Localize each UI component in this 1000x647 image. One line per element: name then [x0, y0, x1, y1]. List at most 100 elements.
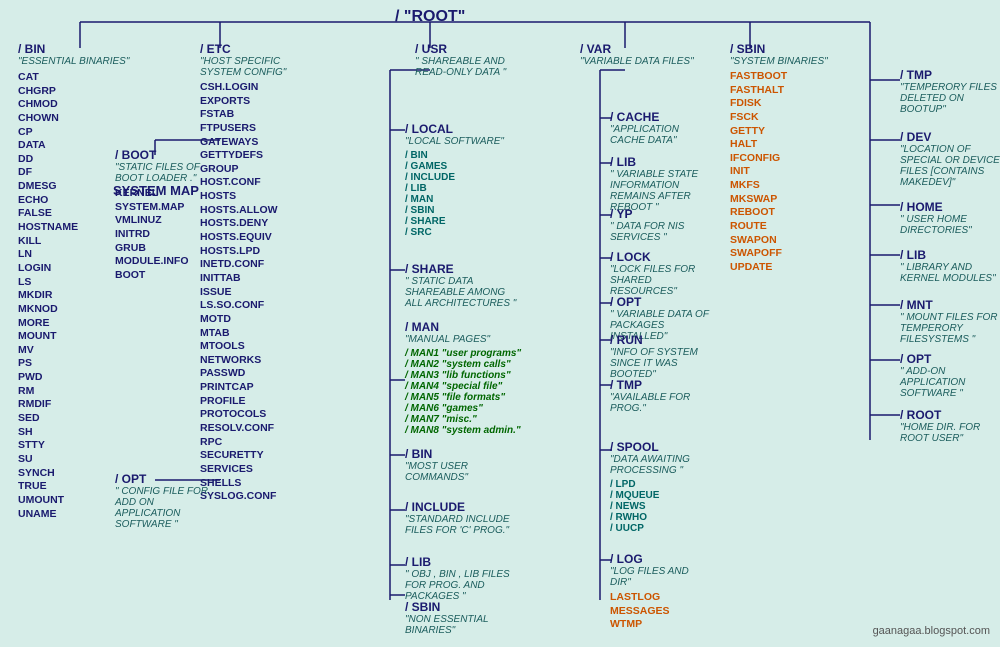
var-yp-node: / YP " DATA FOR NIS SERVICES " — [610, 207, 710, 243]
etc-item: MTAB — [200, 327, 315, 341]
local-subitem: / LIB — [405, 183, 515, 194]
opt-desc: " ADD-ON APPLICATION SOFTWARE " — [900, 366, 1000, 399]
var-tmp-desc: "AVAILABLE FOR PROG." — [610, 392, 710, 414]
local-subitem: / SHARE — [405, 216, 515, 227]
bin-item: SH — [18, 426, 133, 440]
usr-man-node: / MAN "MANUAL PAGES" / MAN1 "user progra… — [405, 320, 545, 436]
etc-item: PRINTCAP — [200, 381, 315, 395]
bin-item: STTY — [18, 439, 133, 453]
bin-item: PWD — [18, 371, 133, 385]
etc-item: EXPORTS — [200, 95, 315, 109]
system-map-label: SYSTEM MAP — [113, 183, 199, 198]
var-log-node: / LOG "LOG FILES AND DIR" LASTLOG MESSAG… — [610, 552, 710, 632]
etc-opt-node: / OPT " CONFIG FILE FOR ADD ON APPLICATI… — [115, 472, 210, 530]
etc-item: INETD.CONF — [200, 258, 315, 272]
usr-include-title: / INCLUDE — [405, 500, 520, 514]
usr-include-node: / INCLUDE "STANDARD INCLUDE FILES FOR 'C… — [405, 500, 520, 536]
etc-opt-title: / OPT — [115, 472, 210, 486]
usr-local-node: / LOCAL "LOCAL SOFTWARE" / BIN / GAMES /… — [405, 122, 515, 238]
etc-node: / ETC "HOST SPECIFIC SYSTEM CONFIG" CSH.… — [200, 42, 315, 504]
etc-item: FTPUSERS — [200, 122, 315, 136]
bin-desc: "ESSENTIAL BINARIES" — [18, 56, 133, 67]
etc-item: HOSTS.EQUIV — [200, 231, 315, 245]
bin-item: MKNOD — [18, 303, 133, 317]
usr-bin-desc: "MOST USER COMMANDS" — [405, 461, 520, 483]
usr-sbin-title: / SBIN — [405, 600, 520, 614]
local-subitem: / BIN — [405, 150, 515, 161]
home-desc: " USER HOME DIRECTORIES" — [900, 214, 1000, 236]
etc-item: SHELLS — [200, 477, 315, 491]
usr-local-title: / LOCAL — [405, 122, 515, 136]
bin-item: CHGRP — [18, 85, 133, 99]
etc-item: NETWORKS — [200, 354, 315, 368]
etc-item: CSH.LOGIN — [200, 81, 315, 95]
sbin-item: IFCONFIG — [730, 152, 850, 166]
usr-node: / USR " SHAREABLE AND READ-ONLY DATA " — [415, 42, 535, 78]
var-node: / VAR "VARIABLE DATA FILES" — [580, 42, 695, 67]
etc-item: MOTD — [200, 313, 315, 327]
var-tmp-title: / TMP — [610, 378, 710, 392]
var-title: / VAR — [580, 42, 695, 56]
var-run-title: / RUN — [610, 333, 710, 347]
sbin-item: ROUTE — [730, 220, 850, 234]
etc-item: SERVICES — [200, 463, 315, 477]
etc-item: RPC — [200, 436, 315, 450]
man-subitem: / MAN2 "system calls" — [405, 359, 545, 370]
root-home-title: / ROOT — [900, 408, 1000, 422]
etc-item: RESOLV.CONF — [200, 422, 315, 436]
spool-subitem: / NEWS — [610, 501, 710, 512]
sbin-item: SWAPON — [730, 234, 850, 248]
etc-item: INITTAB — [200, 272, 315, 286]
man-subitem: / MAN8 "system admin." — [405, 425, 545, 436]
sbin-item: FASTBOOT — [730, 70, 850, 84]
usr-desc: " SHAREABLE AND READ-ONLY DATA " — [415, 56, 535, 78]
tmp-title: / TMP — [900, 68, 1000, 82]
sbin-item: REBOOT — [730, 206, 850, 220]
bin-item: MV — [18, 344, 133, 358]
home-node: / HOME " USER HOME DIRECTORIES" — [900, 200, 1000, 236]
sbin-item: MKSWAP — [730, 193, 850, 207]
root-node: / "ROOT" — [395, 8, 465, 26]
usr-man-desc: "MANUAL PAGES" — [405, 334, 545, 345]
etc-item: PROFILE — [200, 395, 315, 409]
etc-item: ISSUE — [200, 286, 315, 300]
sbin-item: UPDATE — [730, 261, 850, 275]
var-lock-node: / LOCK "LOCK FILES FOR SHARED RESOURCES" — [610, 250, 710, 297]
mnt-title: / MNT — [900, 298, 1000, 312]
root-home-node: / ROOT "HOME DIR. FOR ROOT USER" — [900, 408, 1000, 444]
etc-item: GATEWAYS — [200, 136, 315, 150]
etc-item: FSTAB — [200, 108, 315, 122]
mnt-node: / MNT " MOUNT FILES FOR TEMPERORY FILESY… — [900, 298, 1000, 345]
etc-item: GROUP — [200, 163, 315, 177]
var-log-desc: "LOG FILES AND DIR" — [610, 566, 710, 588]
var-run-node: / RUN "INFO OF SYSTEM SINCE IT WAS BOOTE… — [610, 333, 710, 380]
bin-title: / BIN — [18, 42, 133, 56]
man-subitem: / MAN1 "user programs" — [405, 348, 545, 359]
sbin-item: GETTY — [730, 125, 850, 139]
spool-subitem: / MQUEUE — [610, 490, 710, 501]
page-container: / "ROOT" / BIN "ESSENTIAL BINARIES" CAT … — [0, 0, 1000, 647]
sbin-item: FSCK — [730, 111, 850, 125]
local-subitem: / MAN — [405, 194, 515, 205]
var-lib-node: / LIB " VARIABLE STATE INFORMATION REMAI… — [610, 155, 710, 213]
man-subitem: / MAN6 "games" — [405, 403, 545, 414]
sbin-item: FDISK — [730, 97, 850, 111]
var-yp-title: / YP — [610, 207, 710, 221]
var-spool-title: / SPOOL — [610, 440, 710, 454]
sbin-item: INIT — [730, 165, 850, 179]
tmp-desc: "TEMPERORY FILES DELETED ON BOOTUP" — [900, 82, 1000, 115]
usr-sbin-node: / SBIN "NON ESSENTIAL BINARIES" — [405, 600, 520, 636]
var-run-desc: "INFO OF SYSTEM SINCE IT WAS BOOTED" — [610, 347, 710, 380]
bin-item: SED — [18, 412, 133, 426]
etc-item: MTOOLS — [200, 340, 315, 354]
spool-subitem: / RWHO — [610, 512, 710, 523]
etc-item: GETTYDEFS — [200, 149, 315, 163]
dev-desc: "LOCATION OF SPECIAL OR DEVICE FILES [CO… — [900, 144, 1000, 188]
etc-title: / ETC — [200, 42, 315, 56]
man-subitem: / MAN4 "special file" — [405, 381, 545, 392]
usr-lib-node: / LIB " OBJ , BIN , LIB FILES FOR PROG. … — [405, 555, 520, 602]
etc-item: HOSTS.LPD — [200, 245, 315, 259]
log-item: MESSAGES — [610, 605, 710, 619]
var-cache-desc: "APPLICATION CACHE DATA" — [610, 124, 710, 146]
etc-item: SYSLOG.CONF — [200, 490, 315, 504]
